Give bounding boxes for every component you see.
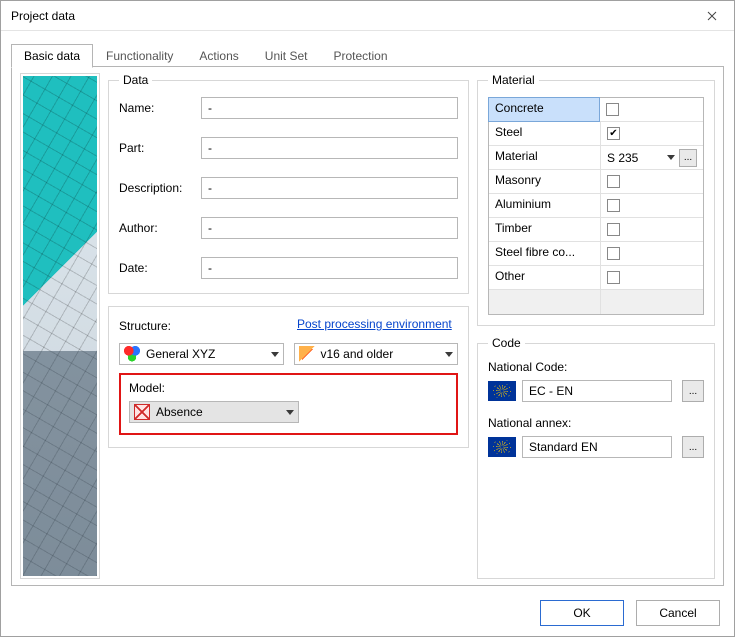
ok-button[interactable]: OK	[540, 600, 624, 626]
author-label: Author:	[119, 221, 201, 235]
group-material-legend: Material	[488, 73, 539, 87]
dialog-content: Basic data Functionality Actions Unit Se…	[11, 43, 724, 586]
material-value: S 235	[607, 151, 638, 165]
material-row-material[interactable]: Material S 235 ...	[489, 146, 703, 170]
material-name: Timber	[489, 218, 601, 241]
material-checkbox-timber[interactable]	[607, 223, 620, 236]
date-input[interactable]	[201, 257, 458, 279]
material-checkbox-masonry[interactable]	[607, 175, 620, 188]
group-material: Material Concrete Steel Material S 235	[477, 73, 715, 326]
group-code: Code National Code: EC - EN ... National…	[477, 336, 715, 579]
window-title: Project data	[11, 9, 690, 23]
description-label: Description:	[119, 181, 201, 195]
model-label: Model:	[129, 381, 448, 395]
material-row-blank	[489, 290, 703, 314]
material-checkbox-steel[interactable]	[607, 127, 620, 140]
material-checkbox-other[interactable]	[607, 271, 620, 284]
material-table: Concrete Steel Material S 235 ...	[488, 97, 704, 315]
national-code-label: National Code:	[488, 360, 704, 374]
material-row-timber[interactable]: Timber	[489, 218, 703, 242]
right-column: Material Concrete Steel Material S 235	[477, 73, 715, 579]
material-checkbox-steel-fibre[interactable]	[607, 247, 620, 260]
national-annex-browse-button[interactable]: ...	[682, 436, 704, 458]
author-input[interactable]	[201, 217, 458, 239]
name-input[interactable]	[201, 97, 458, 119]
cancel-button[interactable]: Cancel	[636, 600, 720, 626]
material-name: Steel	[489, 122, 601, 145]
tab-functionality[interactable]: Functionality	[93, 44, 186, 67]
absence-icon	[134, 404, 150, 420]
chevron-down-icon	[667, 155, 675, 160]
national-code-browse-button[interactable]: ...	[682, 380, 704, 402]
part-label: Part:	[119, 141, 201, 155]
tab-strip: Basic data Functionality Actions Unit Se…	[11, 43, 724, 67]
xyz-icon	[124, 346, 140, 362]
eu-flag-icon	[488, 381, 516, 401]
group-data-legend: Data	[119, 73, 152, 87]
project-preview	[20, 73, 100, 579]
group-code-legend: Code	[488, 336, 525, 350]
name-label: Name:	[119, 101, 201, 115]
material-name: Masonry	[489, 170, 601, 193]
national-annex-label: National annex:	[488, 416, 704, 430]
close-icon	[707, 11, 717, 21]
material-row-steel[interactable]: Steel	[489, 122, 703, 146]
material-row-concrete[interactable]: Concrete	[489, 98, 703, 122]
date-label: Date:	[119, 261, 201, 275]
material-checkbox-aluminium[interactable]	[607, 199, 620, 212]
preview-image	[23, 76, 97, 576]
tab-panel-basic-data: Data Name: Part: Description: Author:	[11, 67, 724, 586]
description-input[interactable]	[201, 177, 458, 199]
dialog-footer: OK Cancel	[540, 600, 720, 626]
material-name: Steel fibre co...	[489, 242, 601, 265]
group-structure: Structure: Post processing environment G…	[108, 306, 469, 448]
national-annex-dropdown[interactable]: Standard EN	[522, 436, 672, 458]
eu-flag-icon	[488, 437, 516, 457]
chevron-down-icon	[445, 352, 453, 357]
material-name: Material	[489, 146, 601, 169]
tab-protection[interactable]: Protection	[320, 44, 400, 67]
material-row-other[interactable]: Other	[489, 266, 703, 290]
title-bar: Project data	[1, 1, 734, 31]
group-data: Data Name: Part: Description: Author:	[108, 73, 469, 294]
chevron-down-icon	[271, 352, 279, 357]
part-input[interactable]	[201, 137, 458, 159]
model-dropdown-value: Absence	[156, 405, 203, 419]
material-checkbox-concrete[interactable]	[606, 103, 619, 116]
material-name: Concrete	[488, 97, 600, 122]
national-code-value: EC - EN	[529, 384, 573, 398]
chevron-down-icon	[286, 410, 294, 415]
post-processing-link[interactable]: Post processing environment	[297, 317, 452, 331]
structure-dropdown-value: General XYZ	[146, 347, 215, 361]
middle-column: Data Name: Part: Description: Author:	[108, 73, 469, 579]
national-code-dropdown[interactable]: EC - EN	[522, 380, 672, 402]
structure-dropdown[interactable]: General XYZ	[119, 343, 284, 365]
postproc-dropdown[interactable]: v16 and older	[294, 343, 459, 365]
national-annex-value: Standard EN	[529, 440, 598, 454]
material-row-steel-fibre[interactable]: Steel fibre co...	[489, 242, 703, 266]
tab-basic-data[interactable]: Basic data	[11, 44, 93, 68]
material-name: Other	[489, 266, 601, 289]
material-browse-button[interactable]: ...	[679, 149, 697, 167]
close-button[interactable]	[690, 1, 734, 31]
model-dropdown[interactable]: Absence	[129, 401, 299, 423]
material-row-masonry[interactable]: Masonry	[489, 170, 703, 194]
material-row-aluminium[interactable]: Aluminium	[489, 194, 703, 218]
layers-icon	[299, 346, 315, 362]
model-highlight: Model: Absence	[119, 373, 458, 435]
postproc-dropdown-value: v16 and older	[321, 347, 394, 361]
tab-actions[interactable]: Actions	[186, 44, 251, 67]
material-name: Aluminium	[489, 194, 601, 217]
tab-unit-set[interactable]: Unit Set	[252, 44, 321, 67]
structure-label: Structure:	[119, 317, 201, 333]
